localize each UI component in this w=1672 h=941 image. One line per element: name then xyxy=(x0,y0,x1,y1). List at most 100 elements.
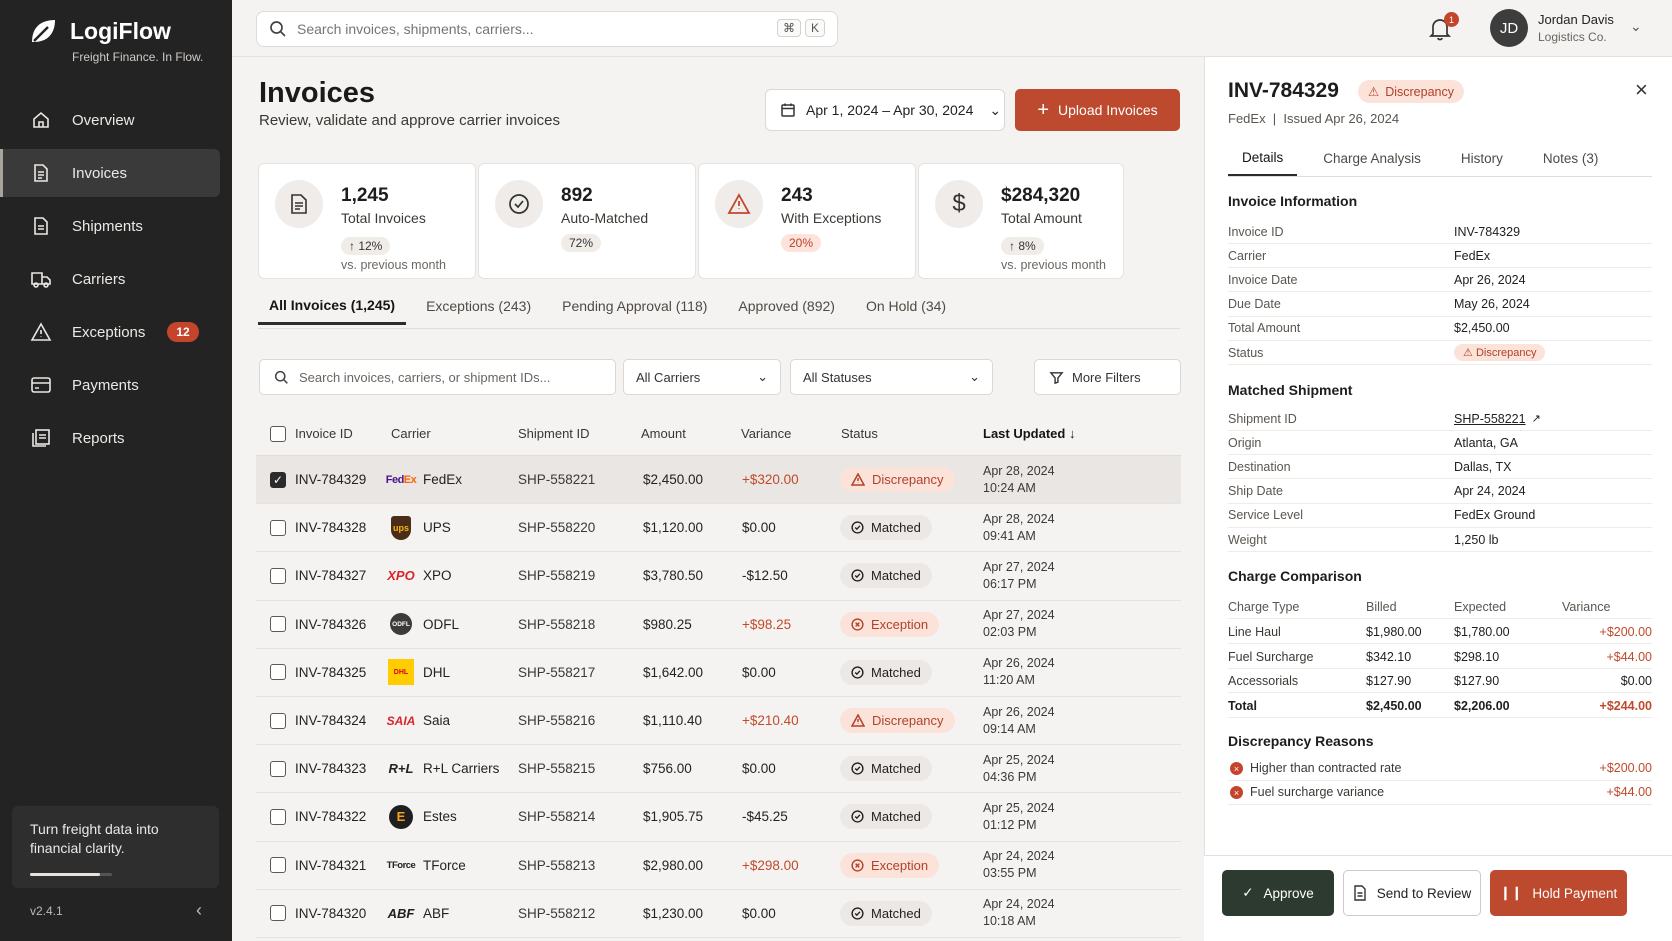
info-value: Apr 26, 2024 xyxy=(1454,272,1526,287)
tab-approved[interactable]: Approved (892) xyxy=(727,287,846,325)
upload-invoices-button[interactable]: + Upload Invoices xyxy=(1015,89,1180,131)
select-all-checkbox[interactable] xyxy=(270,425,286,442)
shipment-id: SHP-558212 xyxy=(518,905,596,921)
logo[interactable]: LogiFlow xyxy=(28,16,171,46)
table-search[interactable]: Search invoices, carriers, or shipment I… xyxy=(259,359,616,395)
sidebar-item-invoices[interactable]: Invoices xyxy=(0,149,220,197)
carrier-filter-select[interactable]: All Carriers ⌄ xyxy=(623,359,781,395)
table-row[interactable]: INV-784325 DHL DHL SHP-558217 $1,642.00 $0.00… xyxy=(256,649,1181,697)
info-row: Invoice ID INV-784329 xyxy=(1228,220,1652,244)
tabs-divider xyxy=(258,328,1180,329)
avatar[interactable]: JD xyxy=(1490,9,1528,47)
row-checkbox[interactable] xyxy=(270,519,286,536)
sidebar-item-carriers[interactable]: Carriers xyxy=(0,255,220,303)
close-icon[interactable]: × xyxy=(1635,77,1648,103)
invoice-id[interactable]: INV-784320 xyxy=(295,906,366,921)
approve-button[interactable]: ✓ Approve xyxy=(1222,870,1334,916)
row-checkbox[interactable] xyxy=(270,664,286,681)
table-row[interactable]: INV-784326 ODFL ODFL SHP-558218 $980.25 +$98.… xyxy=(256,601,1181,649)
col-variance[interactable]: Variance xyxy=(741,426,791,441)
shipment-id-link[interactable]: SHP-558221 xyxy=(1454,412,1526,426)
warning-icon: ⚠ xyxy=(1463,347,1473,359)
table-row[interactable]: INV-784324 SAIA Saia SHP-558216 $1,110.40 +$2… xyxy=(256,697,1181,746)
invoice-id[interactable]: INV-784328 xyxy=(295,520,366,535)
promo-text: Turn freight data into financial clarity… xyxy=(30,821,159,856)
sidebar-item-label: Overview xyxy=(72,111,135,129)
tab-charge-analysis[interactable]: Charge Analysis xyxy=(1309,141,1435,176)
carrier-cell: ABF ABF xyxy=(387,899,450,927)
invoice-id[interactable]: INV-784324 xyxy=(295,713,366,728)
col-invoice-id[interactable]: Invoice ID xyxy=(295,426,353,441)
kbd-k: K xyxy=(804,19,825,37)
send-to-review-button[interactable]: Send to Review xyxy=(1343,870,1481,916)
tab-pending-approval[interactable]: Pending Approval (118) xyxy=(551,287,718,325)
row-checkbox[interactable] xyxy=(270,567,286,584)
invoice-table: Invoice ID Carrier Shipment ID Amount Va… xyxy=(256,412,1181,938)
status-cell: Matched xyxy=(840,659,932,685)
sidebar-item-reports[interactable]: Reports xyxy=(0,414,220,462)
promo-progress-fill xyxy=(30,873,100,876)
status-label: Matched xyxy=(871,809,921,825)
table-row[interactable]: INV-784328 ups UPS SHP-558220 $1,120.00 $0.00… xyxy=(256,504,1181,553)
sidebar-item-payments[interactable]: Payments xyxy=(0,361,220,409)
shipment-key: Shipment ID xyxy=(1228,411,1297,426)
user-name[interactable]: Jordan Davis xyxy=(1538,12,1614,27)
tab-history[interactable]: History xyxy=(1447,141,1517,176)
row-checkbox[interactable]: ✓ xyxy=(270,471,286,488)
more-filters-button[interactable]: More Filters xyxy=(1034,359,1181,395)
table-row[interactable]: INV-784322 E Estes SHP-558214 $1,905.75 -$45.… xyxy=(256,793,1181,842)
row-checkbox[interactable] xyxy=(270,616,286,633)
info-row: Invoice Date Apr 26, 2024 xyxy=(1228,268,1652,293)
sidebar-item-exceptions[interactable]: Exceptions 12 xyxy=(0,308,220,356)
col-carrier[interactable]: Carrier xyxy=(391,426,431,441)
sidebar-item-shipments[interactable]: Shipments xyxy=(0,202,220,250)
invoice-id[interactable]: INV-784323 xyxy=(295,761,366,776)
stat-change: ↑ 12% xyxy=(341,237,391,255)
stat-label: With Exceptions xyxy=(781,210,882,226)
row-checkbox[interactable] xyxy=(270,905,286,922)
invoice-id[interactable]: INV-784321 xyxy=(295,858,366,873)
sidebar-item-overview[interactable]: Overview xyxy=(0,96,220,144)
global-search-input[interactable] xyxy=(297,21,767,37)
charge-cell: +$244.00 xyxy=(1599,698,1652,713)
tab-on-hold[interactable]: On Hold (34) xyxy=(855,287,957,325)
carrier-cell: XPO XPO xyxy=(387,562,451,590)
invoice-id[interactable]: INV-784327 xyxy=(295,568,366,583)
invoice-id[interactable]: INV-784322 xyxy=(295,809,366,824)
updated-date: Apr 28, 2024 xyxy=(983,463,1055,478)
carrier-name: UPS xyxy=(423,520,451,536)
table-row[interactable]: INV-784327 XPO XPO SHP-558219 $3,780.50 -$12.… xyxy=(256,552,1181,601)
row-checkbox[interactable] xyxy=(270,857,286,874)
row-checkbox[interactable] xyxy=(270,712,286,729)
row-checkbox[interactable] xyxy=(270,760,286,777)
row-checkbox[interactable] xyxy=(270,808,286,825)
col-last-updated[interactable]: Last Updated ↓ xyxy=(983,426,1075,441)
hold-payment-button[interactable]: ❙❙ Hold Payment xyxy=(1490,870,1627,916)
table-row[interactable]: ✓ INV-784329 FedEx FedEx SHP-558221 $2,450.00… xyxy=(256,456,1181,505)
tab-exceptions[interactable]: Exceptions (243) xyxy=(415,287,542,325)
dollar-icon: $ xyxy=(935,180,983,228)
status-badge: ⚠ Discrepancy xyxy=(1454,344,1546,361)
table-row[interactable]: INV-784321 TForce TForce SHP-558213 $2,980.0… xyxy=(256,842,1181,890)
invoice-id[interactable]: INV-784329 xyxy=(295,472,366,487)
date-range-picker[interactable]: Apr 1, 2024 – Apr 30, 2024 ⌄ xyxy=(765,89,1005,131)
stat-value: 243 xyxy=(781,185,813,206)
tab-all-invoices[interactable]: All Invoices (1,245) xyxy=(258,287,407,325)
collapse-sidebar-icon[interactable]: ‹ xyxy=(196,900,202,921)
tab-notes[interactable]: Notes (3) xyxy=(1529,141,1613,176)
chevron-down-icon[interactable]: ⌄ xyxy=(1630,18,1642,35)
shipment-value: Atlanta, GA xyxy=(1454,435,1518,450)
status-filter-select[interactable]: All Statuses ⌄ xyxy=(790,359,993,395)
global-search[interactable]: ⌘K xyxy=(256,11,838,47)
external-link-icon[interactable]: ↗ xyxy=(1532,412,1541,425)
invoice-id[interactable]: INV-784325 xyxy=(295,665,366,680)
table-row[interactable]: INV-784320 ABF ABF SHP-558212 $1,230.00 $0.00… xyxy=(256,890,1181,938)
col-status[interactable]: Status xyxy=(841,426,878,441)
variance: $0.00 xyxy=(742,520,776,536)
table-row[interactable]: INV-784323 R+L R+L Carriers SHP-558215 $756.… xyxy=(256,745,1181,794)
reason-label: Higher than contracted rate xyxy=(1250,761,1402,775)
invoice-id[interactable]: INV-784326 xyxy=(295,617,366,632)
tab-details[interactable]: Details xyxy=(1228,141,1298,176)
col-shipment-id[interactable]: Shipment ID xyxy=(518,426,590,441)
col-amount[interactable]: Amount xyxy=(641,426,686,441)
